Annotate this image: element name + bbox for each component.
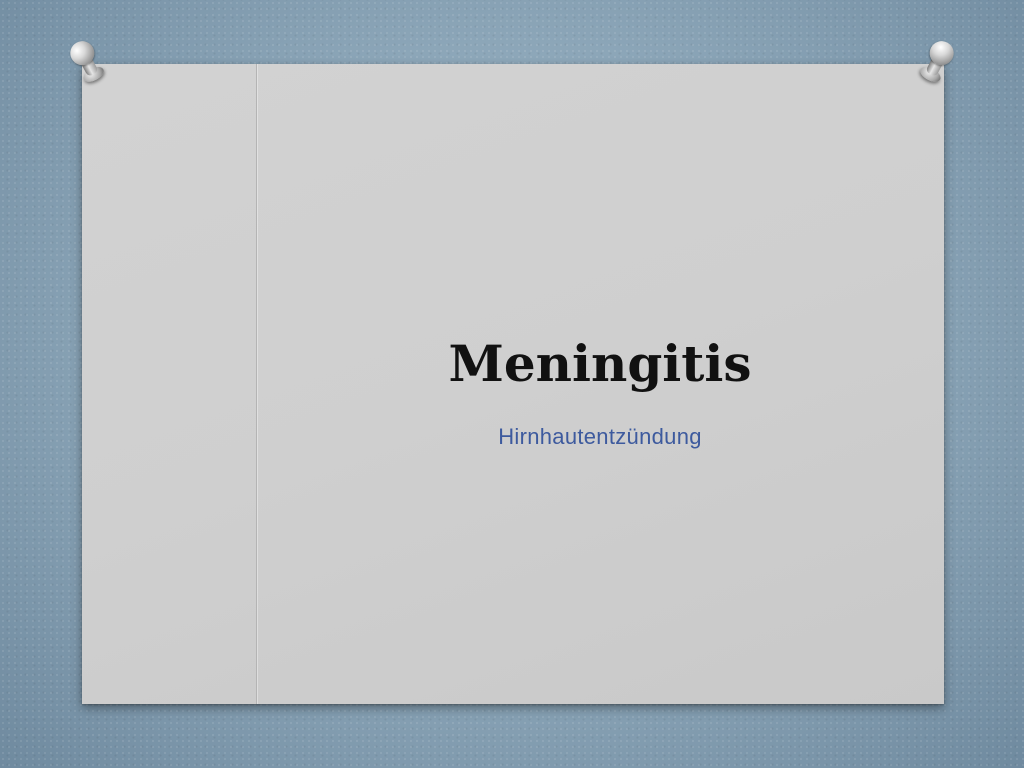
- slide-title[interactable]: Meningitis: [256, 334, 944, 394]
- title-area: Meningitis Hirnhautentzündung: [256, 334, 944, 450]
- slide-panel: Meningitis Hirnhautentzündung: [82, 64, 944, 704]
- slide-canvas: { "slide": { "title": "Meningitis", "sub…: [0, 0, 1024, 768]
- slide-subtitle[interactable]: Hirnhautentzündung: [256, 424, 944, 450]
